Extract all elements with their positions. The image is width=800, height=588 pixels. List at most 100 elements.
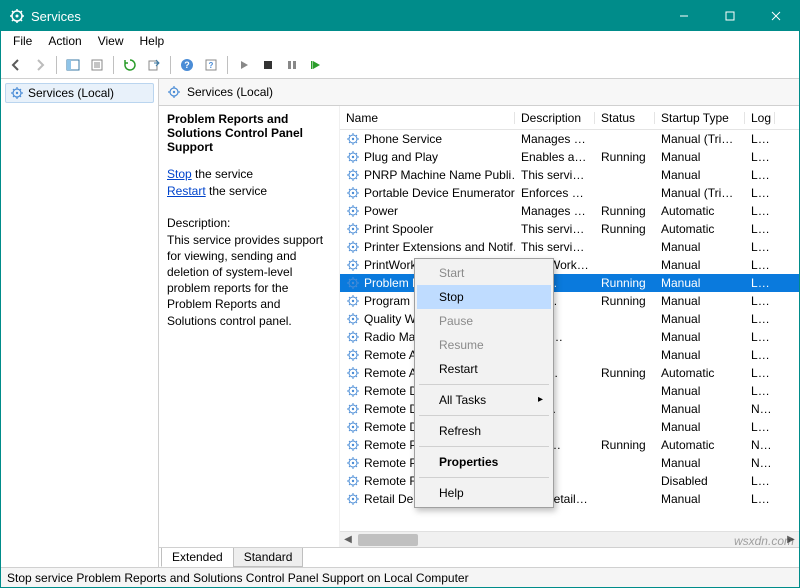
table-row[interactable]: Remote Aca co…ManualLoc [340, 346, 799, 364]
table-row[interactable]: Retail Demo ServiceThe Retail D…ManualLo… [340, 490, 799, 508]
table-row[interactable]: Remote Rer…DisabledLoc [340, 472, 799, 490]
restart-link[interactable]: Restart [167, 184, 206, 198]
content-pane: Services (Local) Problem Reports and Sol… [159, 79, 799, 567]
tabs-row: Extended Standard [159, 547, 799, 567]
content-header: Services (Local) [159, 79, 799, 106]
cell-logon: Loc [745, 348, 775, 362]
detail-pane: Problem Reports and Solutions Control Pa… [159, 106, 339, 547]
description-label: Description: [167, 216, 329, 230]
table-row[interactable]: Remote PrCSS …RunningAutomaticNet [340, 436, 799, 454]
table-row[interactable]: Remote Aces di…RunningAutomaticLoc [340, 364, 799, 382]
cell-startup: Manual (Trig… [655, 186, 745, 200]
cell-name: Plug and Play [340, 150, 515, 164]
cell-name: PNRP Machine Name Publi… [340, 168, 515, 182]
ctx-help[interactable]: Help [417, 481, 551, 505]
close-button[interactable] [753, 1, 799, 31]
col-startup[interactable]: Startup Type [655, 108, 745, 128]
col-name[interactable]: Name [340, 108, 515, 128]
gear-icon [167, 85, 181, 99]
titlebar: Services [1, 1, 799, 31]
statusbar: Stop service Problem Reports and Solutio… [1, 567, 799, 587]
horizontal-scrollbar[interactable]: ◀▶ [340, 531, 799, 547]
ctx-properties[interactable]: Properties [417, 450, 551, 474]
restart-button[interactable] [305, 54, 327, 76]
table-row[interactable]: Printer Extensions and Notif…This servic… [340, 238, 799, 256]
nav-services-local[interactable]: Services (Local) [5, 83, 154, 103]
ctx-restart[interactable]: Restart [417, 357, 551, 381]
cell-startup: Manual [655, 384, 745, 398]
table-row[interactable]: PowerManages p…RunningAutomaticLoc [340, 202, 799, 220]
properties-button[interactable] [86, 54, 108, 76]
stop-button[interactable] [257, 54, 279, 76]
cell-logon: Loc [745, 420, 775, 434]
cell-name: Print Spooler [340, 222, 515, 236]
table-row[interactable]: Portable Device Enumerator…Enforces gr…M… [340, 184, 799, 202]
table-row[interactable]: Problem Rvice …RunningManualLoc [340, 274, 799, 292]
cell-startup: Manual [655, 240, 745, 254]
export-button[interactable] [143, 54, 165, 76]
list-header: Name Description Status Startup Type Log [340, 106, 799, 130]
table-row[interactable]: Program Cvice …RunningManualLoc [340, 292, 799, 310]
ctx-stop[interactable]: Stop [417, 285, 551, 309]
cell-status: Running [595, 438, 655, 452]
ctx-pause[interactable]: Pause [417, 309, 551, 333]
show-hide-tree-button[interactable] [62, 54, 84, 76]
table-row[interactable]: Remote Prows…ManualNet [340, 454, 799, 472]
table-row[interactable]: Remote DeDes…ManualLoc [340, 382, 799, 400]
tab-standard[interactable]: Standard [233, 548, 304, 567]
ctx-all-tasks[interactable]: All Tasks▸ [417, 388, 551, 412]
gear-icon [10, 86, 24, 100]
menu-help[interactable]: Help [132, 32, 173, 50]
cell-startup: Manual [655, 456, 745, 470]
pause-button[interactable] [281, 54, 303, 76]
cell-startup: Automatic [655, 222, 745, 236]
minimize-button[interactable] [661, 1, 707, 31]
col-logon[interactable]: Log [745, 108, 775, 128]
cell-startup: Automatic [655, 366, 745, 380]
cell-description: Manages p… [515, 204, 595, 218]
svg-text:?: ? [209, 61, 214, 70]
ctx-resume[interactable]: Resume [417, 333, 551, 357]
cell-name: Portable Device Enumerator… [340, 186, 515, 200]
cell-name: Printer Extensions and Notif… [340, 240, 515, 254]
table-row[interactable]: Quality WiWin…ManualLoc [340, 310, 799, 328]
tab-extended[interactable]: Extended [161, 548, 234, 567]
stop-link-tail: the service [192, 167, 253, 181]
table-row[interactable]: Plug and PlayEnables a c…RunningManualLo… [340, 148, 799, 166]
col-status[interactable]: Status [595, 108, 655, 128]
stop-link[interactable]: Stop [167, 167, 192, 181]
cell-logon: Net [745, 402, 775, 416]
col-description[interactable]: Description [515, 108, 595, 128]
cell-logon: Loc [745, 168, 775, 182]
cell-startup: Automatic [655, 204, 745, 218]
table-row[interactable]: PrintWorkflow_38d40Print Workfl…ManualLo… [340, 256, 799, 274]
table-row[interactable]: PNRP Machine Name Publi…This service …Ma… [340, 166, 799, 184]
detail-title: Problem Reports and Solutions Control Pa… [167, 112, 329, 154]
table-row[interactable]: Print SpoolerThis service …RunningAutoma… [340, 220, 799, 238]
cell-logon: Loc [745, 312, 775, 326]
table-row[interactable]: Phone ServiceManages th…Manual (Trig…Loc [340, 130, 799, 148]
chevron-right-icon: ▸ [538, 394, 543, 405]
cell-logon: Loc [745, 240, 775, 254]
cell-description: This service … [515, 222, 595, 236]
table-row[interactable]: Radio ManMana…ManualLoc [340, 328, 799, 346]
menubar: File Action View Help [1, 31, 799, 51]
cell-logon: Loc [745, 474, 775, 488]
refresh-button[interactable] [119, 54, 141, 76]
menu-view[interactable]: View [90, 32, 132, 50]
cell-status: Running [595, 222, 655, 236]
menu-action[interactable]: Action [40, 32, 89, 50]
toolbar: ? ? [1, 51, 799, 79]
menu-file[interactable]: File [5, 32, 40, 50]
ctx-start[interactable]: Start [417, 261, 551, 285]
forward-button[interactable] [29, 54, 51, 76]
table-row[interactable]: Remote Dehe r…ManualLoc [340, 418, 799, 436]
list-pane: Name Description Status Startup Type Log… [339, 106, 799, 547]
play-button[interactable] [233, 54, 255, 76]
back-button[interactable] [5, 54, 27, 76]
ctx-refresh[interactable]: Refresh [417, 419, 551, 443]
table-row[interactable]: Remote Deuser…ManualNet [340, 400, 799, 418]
help-button[interactable]: ? [176, 54, 198, 76]
help-context-button[interactable]: ? [200, 54, 222, 76]
maximize-button[interactable] [707, 1, 753, 31]
